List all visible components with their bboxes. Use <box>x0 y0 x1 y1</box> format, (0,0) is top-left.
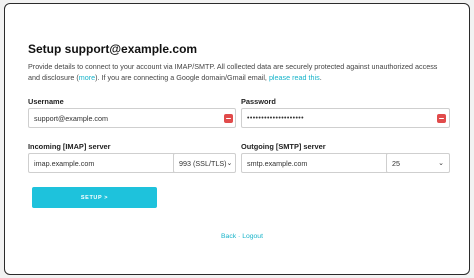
imap-port-value: 993 (SSL/TLS) <box>179 158 227 168</box>
page-title: Setup support@example.com <box>28 42 198 56</box>
chevron-down-icon: ⌄ <box>226 160 233 167</box>
description-part-3: . <box>319 72 322 82</box>
password-field[interactable]: •••••••••••••••••••• <box>241 108 450 128</box>
imap-server-label: Incoming [IMAP] server <box>28 142 111 151</box>
password-label: Password <box>241 97 276 106</box>
more-link[interactable]: more <box>79 73 95 82</box>
username-label: Username <box>28 97 64 106</box>
setup-button[interactable]: SETUP > <box>32 187 157 208</box>
autofill-key-icon[interactable] <box>437 114 446 123</box>
setup-window: Setup support@example.com Provide detail… <box>4 3 470 275</box>
smtp-server-field[interactable]: smtp.example.com <box>241 153 389 173</box>
smtp-port-value: 25 <box>392 158 400 168</box>
footer-links: Back · Logout <box>5 233 469 240</box>
back-link[interactable]: Back <box>221 233 236 240</box>
smtp-server-value: smtp.example.com <box>247 158 308 168</box>
autofill-key-icon[interactable] <box>224 114 233 123</box>
description-part-2: ). If you are connecting a Google domain… <box>95 72 269 82</box>
smtp-server-label: Outgoing [SMTP] server <box>241 142 326 151</box>
chevron-down-icon: ⌄ <box>438 160 444 167</box>
please-read-link[interactable]: please read this <box>269 73 320 82</box>
imap-port-select[interactable]: 993 (SSL/TLS) ⌄ <box>173 153 236 173</box>
description-text: Provide details to connect to your accou… <box>28 62 448 83</box>
imap-server-value: imap.example.com <box>34 158 95 168</box>
password-value: •••••••••••••••••••• <box>247 114 305 122</box>
imap-server-field[interactable]: imap.example.com <box>28 153 176 173</box>
username-value: support@example.com <box>34 113 109 123</box>
smtp-port-select[interactable]: 25 ⌄ <box>386 153 450 173</box>
username-field[interactable]: support@example.com <box>28 108 236 128</box>
logout-link[interactable]: Logout <box>242 233 263 240</box>
